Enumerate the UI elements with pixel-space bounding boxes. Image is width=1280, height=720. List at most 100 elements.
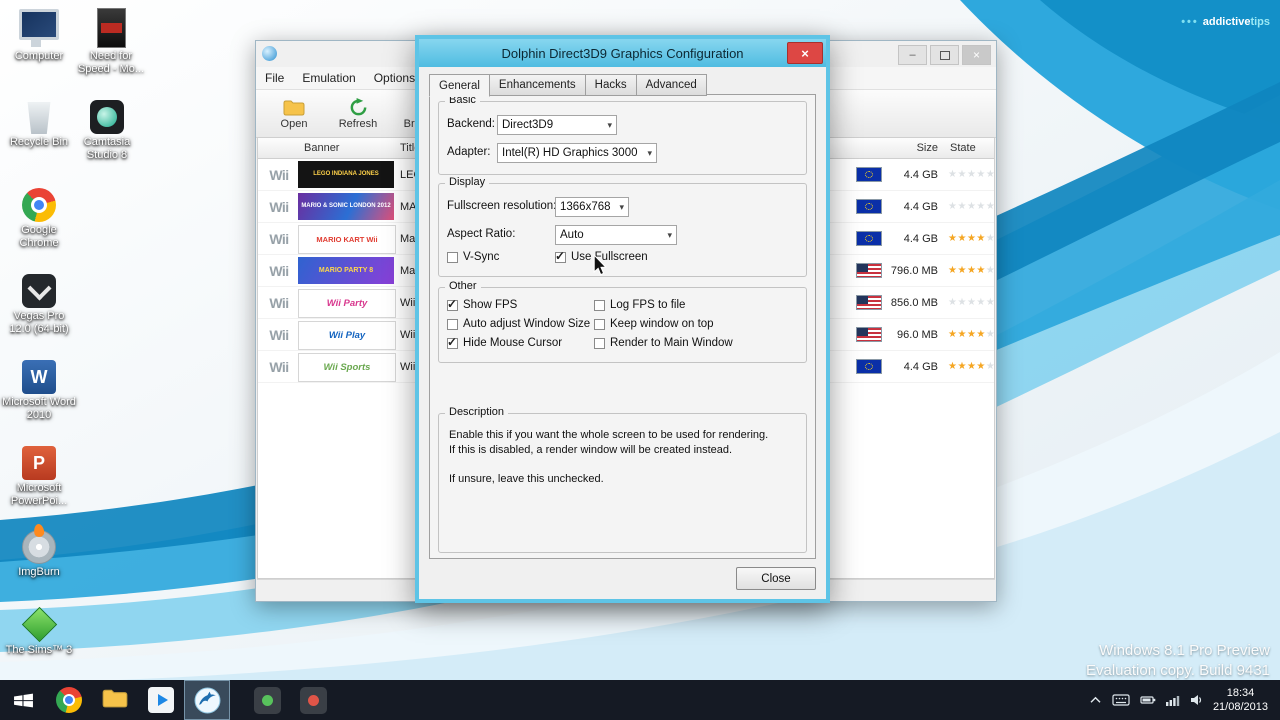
basic-group: Basic Backend: Direct3D9 ▾ Adapter: Inte… xyxy=(438,101,807,175)
dolphin-app-icon xyxy=(262,46,277,61)
icon-label: Recycle Bin xyxy=(10,136,68,149)
desktop-icon-word[interactable]: W Microsoft Word 2010 xyxy=(2,350,76,421)
other-group: Other Show FPS Log FPS to file Auto adju… xyxy=(438,287,807,363)
resolution-dropdown[interactable]: 1366x768 ▾ xyxy=(555,197,629,217)
checkbox-label: Use Fullscreen xyxy=(571,251,648,263)
desktop-icon-sims3[interactable]: The Sims™ 3 xyxy=(2,598,76,657)
desktop-icon-chrome[interactable]: Google Chrome xyxy=(2,178,76,249)
show-hidden-icons-chevron[interactable] xyxy=(1089,696,1102,705)
icon-label: Microsoft PowerPoi... xyxy=(2,482,76,507)
desktop-icon-need-for-speed[interactable]: Need for Speed - Mo... xyxy=(74,4,148,75)
log-fps-checkbox[interactable]: Log FPS to file xyxy=(594,298,685,312)
os-watermark-line1: Windows 8.1 Pro Preview xyxy=(1086,641,1270,661)
os-watermark: Windows 8.1 Pro Preview Evaluation copy.… xyxy=(1086,641,1270,682)
menu-file[interactable]: File xyxy=(256,68,293,88)
minimize-button[interactable]: – xyxy=(898,45,927,65)
desktop-icon-computer[interactable]: Computer xyxy=(2,4,76,63)
vsync-checkbox[interactable]: V-Sync xyxy=(447,250,499,264)
adapter-dropdown[interactable]: Intel(R) HD Graphics 3000 ▾ xyxy=(497,143,657,163)
volume-icon[interactable] xyxy=(1190,694,1203,706)
taskbar-app-red[interactable] xyxy=(290,680,336,720)
taskbar-dolphin[interactable] xyxy=(184,680,230,720)
resolution-value: 1366x768 xyxy=(560,201,611,213)
desktop-icon-powerpoint[interactable]: P Microsoft PowerPoi... xyxy=(2,436,76,507)
menu-emulation[interactable]: Emulation xyxy=(293,68,364,88)
os-watermark-line2: Evaluation copy. Build 9431 xyxy=(1086,661,1270,681)
computer-icon xyxy=(19,4,59,48)
close-button[interactable]: Close xyxy=(736,567,816,590)
powerpoint-icon: P xyxy=(22,436,56,480)
rating-stars: ★★★★★ xyxy=(948,319,995,350)
dialog-close-button[interactable]: × xyxy=(787,42,823,64)
site-watermark: •••addictivetips xyxy=(1181,16,1270,28)
display-group: Display Fullscreen resolution: 1366x768 … xyxy=(438,183,807,277)
hide-mouse-cursor-checkbox[interactable]: Hide Mouse Cursor xyxy=(447,336,562,350)
icon-label: The Sims™ 3 xyxy=(6,644,73,657)
keep-window-on-top-checkbox[interactable]: Keep window on top xyxy=(594,317,714,331)
taskbar-file-explorer[interactable] xyxy=(92,680,138,720)
checkbox-icon xyxy=(594,338,605,349)
region-flag xyxy=(856,295,882,310)
rating-stars: ★★★★★ xyxy=(948,351,995,382)
desktop-icon-recycle-bin[interactable]: Recycle Bin xyxy=(2,90,76,149)
backend-label: Backend: xyxy=(447,118,495,130)
taskbar-clock[interactable]: 18:34 21/08/2013 xyxy=(1213,686,1268,715)
aspect-ratio-dropdown[interactable]: Auto ▾ xyxy=(555,225,677,245)
keyboard-icon[interactable] xyxy=(1112,694,1130,706)
rating-stars: ★★★★★ xyxy=(948,159,995,190)
game-size: 856.0 MB xyxy=(884,287,938,318)
icon-label: Computer xyxy=(15,50,63,63)
checkbox-icon xyxy=(594,319,605,330)
desktop-icon-vegas-pro[interactable]: Vegas Pro 12.0 (64-bit) xyxy=(2,264,76,335)
icon-label: ImgBurn xyxy=(18,566,60,579)
refresh-icon xyxy=(349,97,368,118)
checkbox-icon xyxy=(594,300,605,311)
folder-icon xyxy=(283,97,305,118)
show-fps-checkbox[interactable]: Show FPS xyxy=(447,298,517,312)
tab-advanced[interactable]: Advanced xyxy=(636,74,707,96)
camtasia-icon xyxy=(90,90,124,134)
open-button[interactable]: Open xyxy=(270,97,318,130)
app-icon xyxy=(300,687,327,714)
taskbar-app-green[interactable] xyxy=(244,680,290,720)
column-banner[interactable]: Banner xyxy=(304,138,339,158)
game-banner: LEGO INDIANA JONES xyxy=(298,161,394,188)
general-tab-pane: Basic Backend: Direct3D9 ▾ Adapter: Inte… xyxy=(429,94,816,559)
chevron-down-icon: ▾ xyxy=(662,230,672,241)
description-line: If unsure, leave this unchecked. xyxy=(449,472,796,487)
auto-adjust-window-size-checkbox[interactable]: Auto adjust Window Size xyxy=(447,317,590,331)
use-fullscreen-checkbox[interactable]: Use Fullscreen xyxy=(555,250,648,264)
word-icon: W xyxy=(22,350,56,394)
refresh-button[interactable]: Refresh xyxy=(334,97,382,130)
dots-icon: ••• xyxy=(1181,16,1199,28)
window-close-button[interactable]: × xyxy=(962,45,991,65)
checkbox-label: Hide Mouse Cursor xyxy=(463,337,562,349)
tab-enhancements[interactable]: Enhancements xyxy=(489,74,586,96)
start-button[interactable] xyxy=(0,680,46,720)
desktop-icon-imgburn[interactable]: ImgBurn xyxy=(2,520,76,579)
taskbar: 18:34 21/08/2013 xyxy=(0,680,1280,720)
taskbar-media-player[interactable] xyxy=(138,680,184,720)
game-banner: Wii Sports xyxy=(298,353,396,382)
checkbox-label: Show FPS xyxy=(463,299,517,311)
backend-dropdown[interactable]: Direct3D9 ▾ xyxy=(497,115,617,135)
description-group: Description Enable this if you want the … xyxy=(438,413,807,553)
column-state[interactable]: State xyxy=(950,138,976,158)
network-icon[interactable] xyxy=(1166,695,1180,706)
rating-stars: ★★★★★ xyxy=(948,223,995,254)
group-label: Description xyxy=(445,406,508,418)
checkbox-label: Render to Main Window xyxy=(610,337,733,349)
tab-hacks[interactable]: Hacks xyxy=(585,74,637,96)
taskbar-chrome[interactable] xyxy=(46,680,92,720)
checkbox-icon xyxy=(447,300,458,311)
tab-general[interactable]: General xyxy=(429,74,490,97)
chrome-icon xyxy=(56,687,82,713)
maximize-button[interactable] xyxy=(930,45,959,65)
column-size[interactable]: Size xyxy=(884,138,938,158)
desktop-icon-camtasia[interactable]: Camtasia Studio 8 xyxy=(70,90,144,161)
toolbar-label: Open xyxy=(281,118,308,130)
render-to-main-window-checkbox[interactable]: Render to Main Window xyxy=(594,336,733,350)
wii-platform-logo: Wii xyxy=(262,351,296,382)
game-size: 4.4 GB xyxy=(884,191,938,222)
battery-icon[interactable] xyxy=(1140,695,1156,705)
